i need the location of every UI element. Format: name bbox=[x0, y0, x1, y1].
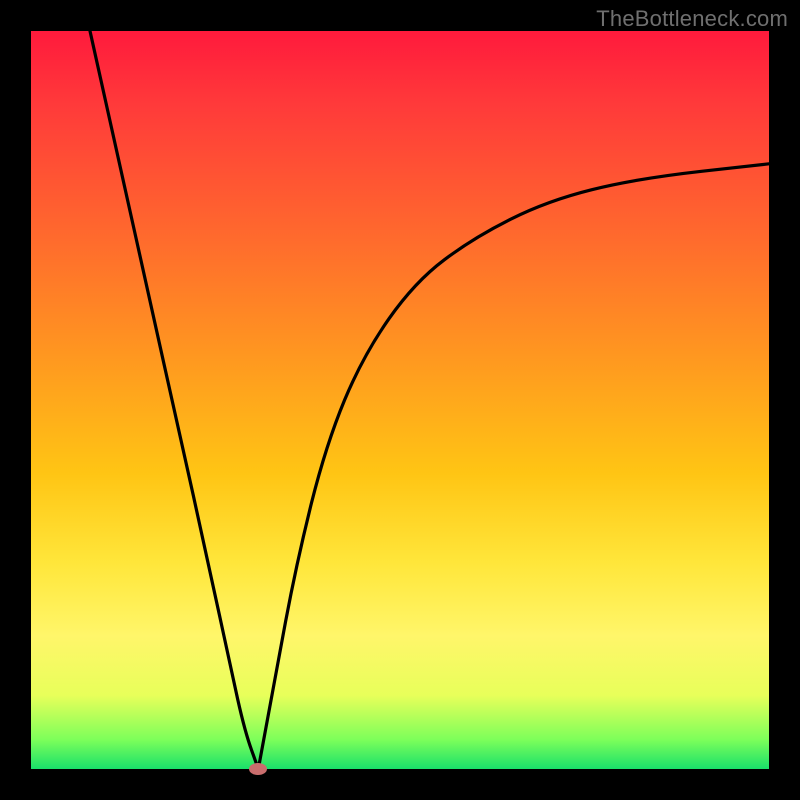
plot-area bbox=[31, 31, 769, 769]
chart-frame: TheBottleneck.com bbox=[0, 0, 800, 800]
watermark-text: TheBottleneck.com bbox=[596, 6, 788, 32]
minimum-marker bbox=[249, 763, 267, 775]
bottleneck-curve bbox=[31, 31, 769, 769]
